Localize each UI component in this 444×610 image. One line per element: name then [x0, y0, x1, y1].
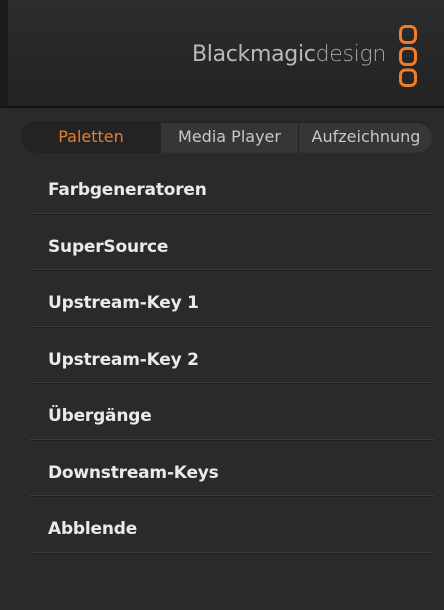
header-bar: Blackmagicdesign — [0, 0, 444, 108]
palette-item-label: Upstream-Key 2 — [48, 349, 199, 370]
palette-item-farbgeneratoren[interactable]: Farbgeneratoren — [30, 166, 434, 223]
list-divider — [30, 495, 434, 497]
palette-panel: Blackmagicdesign Paletten Media Player A… — [0, 0, 444, 610]
header-divider — [0, 106, 444, 108]
brand-light-text: design — [315, 42, 387, 67]
brand-wordmark: Blackmagicdesign — [192, 44, 386, 66]
list-divider — [30, 269, 434, 271]
tab-aufzeichnung[interactable]: Aufzeichnung — [299, 121, 433, 153]
list-divider — [30, 438, 434, 441]
palette-item-downstream-keys[interactable]: Downstream-Keys — [30, 449, 434, 506]
brand-main-text: Blackmagic — [191, 42, 316, 67]
palette-item-uebergaenge[interactable]: Übergänge — [30, 392, 434, 449]
palette-item-supersource[interactable]: SuperSource — [30, 223, 434, 280]
palette-item-upstream-key-2[interactable]: Upstream-Key 2 — [30, 336, 434, 393]
palette-list: Farbgeneratoren SuperSource Upstream-Key… — [30, 166, 434, 562]
palette-item-label: Downstream-Keys — [48, 462, 219, 483]
palette-item-label: Übergänge — [48, 406, 152, 426]
blackmagic-logo-icon — [399, 25, 417, 87]
palette-item-label: Farbgeneratoren — [48, 180, 207, 200]
palette-item-label: SuperSource — [48, 236, 169, 257]
tab-paletten[interactable]: Paletten — [21, 121, 161, 153]
tab-media-player[interactable]: Media Player — [161, 121, 299, 153]
palette-item-upstream-key-1[interactable]: Upstream-Key 1 — [30, 279, 434, 336]
palette-item-label: Upstream-Key 1 — [48, 293, 199, 313]
palette-item-label: Abblende — [48, 519, 138, 539]
list-divider — [30, 551, 434, 554]
header-left-edge — [0, 0, 8, 108]
tab-bar: Paletten Media Player Aufzeichnung — [21, 121, 433, 153]
palette-item-abblende[interactable]: Abblende — [30, 505, 434, 562]
list-divider — [30, 212, 434, 215]
list-divider — [30, 325, 434, 328]
list-divider — [30, 382, 434, 384]
